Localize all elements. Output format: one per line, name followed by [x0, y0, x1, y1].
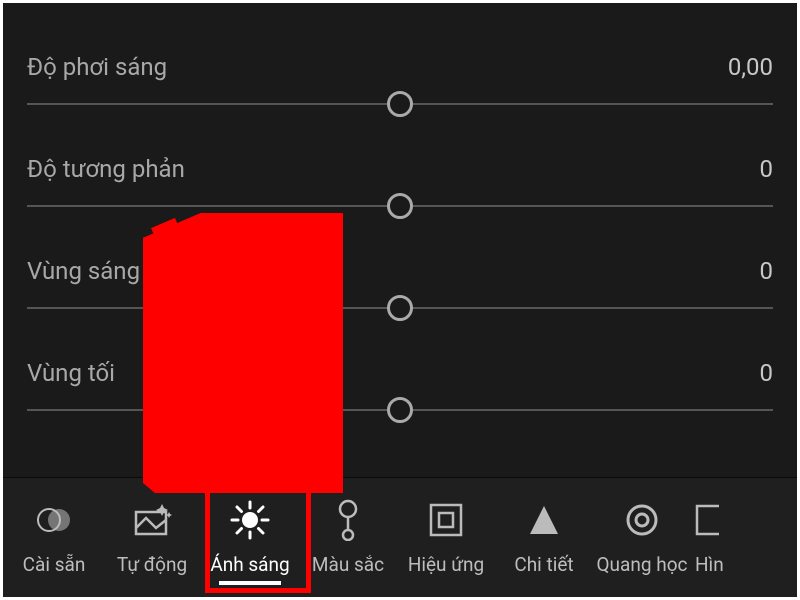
slider-track-contrast[interactable] — [27, 205, 773, 207]
toolbar-auto[interactable]: Tự động — [103, 483, 201, 593]
geometry-icon — [695, 499, 719, 541]
slider-contrast: Độ tương phản 0 — [27, 155, 773, 207]
light-panel: Độ phơi sáng 0,00 Độ tương phản 0 Vùng s… — [3, 3, 797, 411]
toolbar-label: Hiệu ứng — [408, 553, 484, 576]
light-icon — [229, 499, 271, 541]
slider-track-exposure[interactable] — [27, 103, 773, 105]
slider-label: Vùng tối — [27, 359, 115, 387]
slider-exposure: Độ phơi sáng 0,00 — [27, 53, 773, 105]
slider-value: 0,00 — [728, 53, 773, 81]
slider-label: Độ tương phản — [27, 155, 185, 183]
toolbar-label: Tự động — [117, 553, 187, 576]
toolbar-optics[interactable]: Quang học — [593, 483, 691, 593]
toolbar-light[interactable]: Ánh sáng — [201, 483, 299, 593]
toolbar-effects[interactable]: Hiệu ứng — [397, 483, 495, 593]
detail-icon — [526, 499, 562, 541]
toolbar-label: Chi tiết — [514, 553, 573, 576]
toolbar-geometry[interactable]: Hìn — [691, 483, 736, 593]
toolbar-label: Cài sẵn — [23, 553, 86, 576]
toolbar-label: Ánh sáng — [210, 553, 289, 576]
active-underline — [219, 581, 281, 585]
optics-icon — [624, 499, 660, 541]
toolbar-label: Màu sắc — [312, 553, 384, 576]
slider-thumb[interactable] — [387, 397, 413, 423]
slider-value: 0 — [760, 257, 774, 285]
slider-thumb[interactable] — [387, 91, 413, 117]
effects-icon — [428, 499, 464, 541]
slider-label: Độ phơi sáng — [27, 53, 167, 81]
slider-track-shadows[interactable] — [27, 409, 773, 411]
slider-highlights: Vùng sáng 0 — [27, 257, 773, 309]
slider-shadows: Vùng tối 0 — [27, 359, 773, 411]
slider-track-highlights[interactable] — [27, 307, 773, 309]
auto-icon — [132, 499, 172, 541]
slider-value: 0 — [760, 155, 774, 183]
slider-thumb[interactable] — [387, 193, 413, 219]
toolbar-color[interactable]: Màu sắc — [299, 483, 397, 593]
toolbar-presets[interactable]: Cài sẵn — [5, 483, 103, 593]
bottom-toolbar: Cài sẵn Tự động — [3, 477, 797, 597]
toolbar-label: Quang học — [596, 553, 687, 576]
slider-thumb[interactable] — [387, 295, 413, 321]
slider-value: 0 — [760, 359, 774, 387]
toolbar-label: Hìn — [695, 553, 724, 576]
presets-icon — [35, 499, 73, 541]
color-icon — [333, 499, 363, 541]
slider-label: Vùng sáng — [27, 257, 140, 285]
toolbar-detail[interactable]: Chi tiết — [495, 483, 593, 593]
